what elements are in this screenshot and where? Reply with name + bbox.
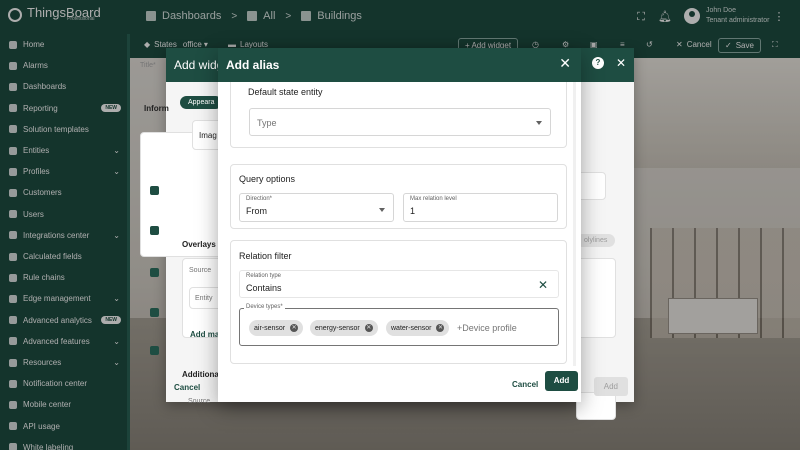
add-alias-dialog: Add alias ✕ Default state entity Type Qu… [218, 48, 581, 402]
image-icon [150, 226, 159, 235]
close-icon[interactable]: ✕ [616, 57, 626, 69]
additional-label: Additiona [182, 370, 219, 379]
title-label: Title* [140, 62, 156, 69]
type-select[interactable]: Type [249, 108, 551, 136]
section-info-label: Inform [144, 104, 169, 113]
add-alias-footer: Cancel Add [218, 366, 581, 402]
overlays-label: Overlays [182, 240, 216, 249]
add-widget-cancel-button[interactable]: Cancel [174, 383, 200, 392]
help-icon[interactable]: ? [591, 57, 604, 69]
right-field-2[interactable] [576, 392, 616, 420]
tab-appearance[interactable]: Appeara [180, 96, 223, 109]
mail-icon [150, 346, 159, 355]
query-options-label: Query options [239, 174, 296, 184]
dialog-title: Add alias [226, 58, 280, 72]
clear-icon[interactable]: ✕ [538, 279, 548, 291]
type-placeholder: Type [257, 118, 277, 128]
add-alias-header: Add alias ✕ [218, 48, 581, 82]
device-profile-input[interactable]: +Device profile [457, 323, 517, 333]
remove-chip-icon[interactable]: ✕ [290, 324, 299, 332]
device-type-chip[interactable]: energy-sensor ✕ [310, 320, 378, 336]
right-card [576, 258, 616, 338]
default-state-entity-section: Default state entity Type [230, 82, 567, 148]
chevron-down-icon [379, 208, 385, 212]
query-options-section: Query options Direction* From Max relati… [230, 164, 567, 229]
location-icon [150, 186, 159, 195]
relation-type-field[interactable]: Relation type Contains ✕ [239, 270, 559, 298]
device-type-chip[interactable]: air-sensor ✕ [249, 320, 304, 336]
relation-filter-section: Relation filter Relation type Contains ✕… [230, 240, 567, 364]
remove-chip-icon[interactable]: ✕ [364, 324, 373, 332]
device-types-field[interactable]: Device types* air-sensor ✕ energy-sensor… [239, 304, 559, 346]
device-type-chip[interactable]: water-sensor ✕ [386, 320, 450, 336]
default-state-entity-label: Default state entity [248, 87, 323, 97]
add-button[interactable]: Add [545, 371, 578, 391]
remove-chip-icon[interactable]: ✕ [436, 324, 445, 332]
phone-icon [150, 308, 159, 317]
add-alias-body: Default state entity Type Query options … [218, 82, 581, 366]
close-icon[interactable]: ✕ [559, 56, 571, 70]
dialog-scrollbar[interactable] [573, 82, 576, 366]
direction-select[interactable]: Direction* From [239, 193, 394, 222]
max-relation-level-field[interactable]: Max relation level 1 [403, 193, 558, 222]
polylines-chip[interactable]: olylines [576, 234, 616, 247]
relation-filter-label: Relation filter [239, 251, 292, 261]
source-label: Source [188, 398, 211, 405]
cancel-button[interactable]: Cancel [512, 380, 538, 389]
chevron-down-icon [536, 121, 542, 125]
person-icon [150, 268, 159, 277]
add-map-button[interactable]: Add ma [190, 330, 219, 339]
add-widget-add-button[interactable]: Add [593, 377, 628, 396]
